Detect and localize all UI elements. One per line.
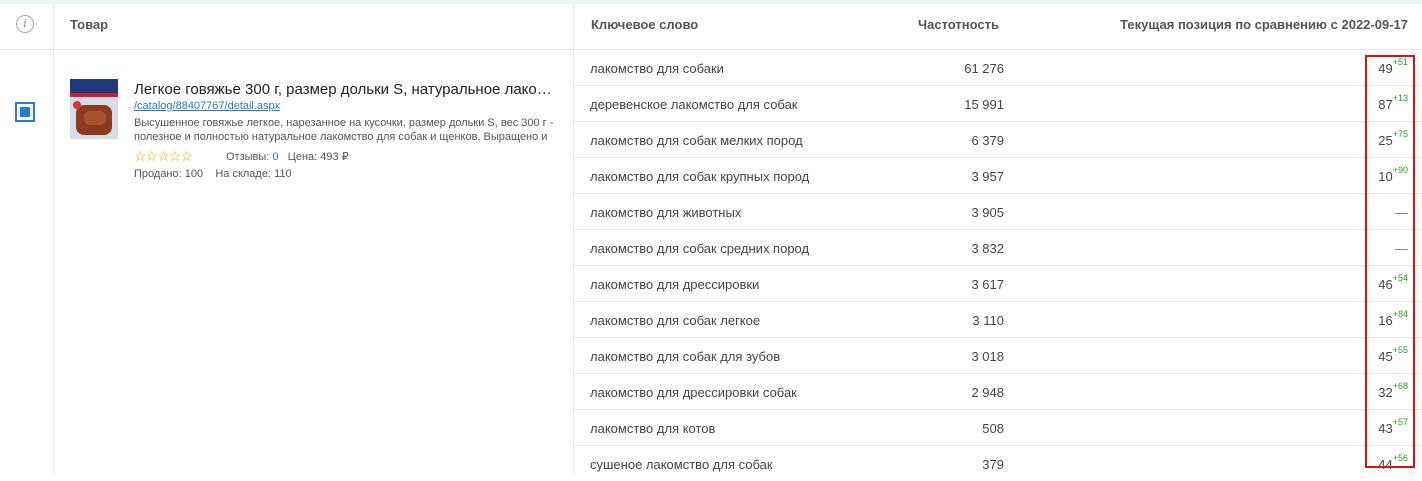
frequency-cell: 2 948 xyxy=(971,385,1004,400)
header-frequency[interactable]: Частотность xyxy=(918,17,999,32)
keyword-cell: лакомство для собак для зубов xyxy=(590,349,781,364)
table-row: деревенское лакомство для собак 15 991 8… xyxy=(574,86,1422,122)
keyword-cell: сушеное лакомство для собак xyxy=(590,457,773,472)
keyword-cell: лакомство для дрессировки собак xyxy=(590,385,797,400)
frequency-cell: 61 276 xyxy=(964,61,1004,76)
table-row: лакомство для дрессировки 3 617 46+54 xyxy=(574,266,1422,302)
table-row: лакомство для котов 508 43+57 xyxy=(574,410,1422,446)
product-meta: Отзывы: 0 Цена: 493 ₽ xyxy=(226,150,349,163)
table-row: сушеное лакомство для собак 379 44+56 xyxy=(574,446,1422,481)
keyword-cell: лакомство для котов xyxy=(590,421,716,436)
keyword-cell: лакомство для дрессировки xyxy=(590,277,760,292)
keyword-cell: лакомство для собак средних пород xyxy=(590,241,810,256)
table-row: лакомство для дрессировки собак 2 948 32… xyxy=(574,374,1422,410)
header-position[interactable]: Текущая позиция по сравнению с 2022-09-1… xyxy=(1120,17,1408,32)
frequency-cell: 3 018 xyxy=(971,349,1004,364)
keyword-cell: лакомство для собак мелких пород xyxy=(590,133,803,148)
frequency-cell: 3 832 xyxy=(971,241,1004,256)
keyword-cell: лакомство для собак легкое xyxy=(590,313,761,328)
frequency-cell: 15 991 xyxy=(964,97,1004,112)
frequency-cell: 379 xyxy=(982,457,1004,472)
table-row: лакомство для собак легкое 3 110 16+84 xyxy=(574,302,1422,338)
table-row: лакомство для собак для зубов 3 018 45+5… xyxy=(574,338,1422,374)
table-row: лакомство для животных 3 905 — xyxy=(574,194,1422,230)
frequency-cell: 3 110 xyxy=(972,313,1004,328)
price-label: Цена: 493 ₽ xyxy=(287,151,349,163)
frequency-cell: 6 379 xyxy=(971,133,1004,148)
top-strip xyxy=(0,0,1422,4)
product-title[interactable]: Легкое говяжье 300 г, размер дольки S, н… xyxy=(134,81,559,98)
table-row: лакомство для собак крупных пород 3 957 … xyxy=(574,158,1422,194)
frequency-cell: 3 617 xyxy=(971,277,1004,292)
reviews-label: Отзывы: xyxy=(226,151,270,163)
stock-label: На складе: 110 xyxy=(215,168,292,180)
frequency-cell: 508 xyxy=(982,421,1004,436)
keyword-cell: деревенское лакомство для собак xyxy=(590,97,798,112)
product-stock: Продано: 100 На складе: 110 xyxy=(134,168,292,180)
highlight-box xyxy=(1365,55,1415,468)
product-checkbox[interactable] xyxy=(15,102,35,122)
keyword-cell: лакомство для собак крупных пород xyxy=(590,169,810,184)
product-image[interactable] xyxy=(70,79,118,139)
frequency-cell: 3 957 xyxy=(971,169,1004,184)
info-icon[interactable]: i xyxy=(16,15,34,33)
header-product[interactable]: Товар xyxy=(70,17,108,32)
product-description: Высушенное говяжье легкое, нарезанное на… xyxy=(134,117,554,143)
sold-label: Продано: 100 xyxy=(134,168,204,180)
header-keyword[interactable]: Ключевое слово xyxy=(591,17,698,32)
reviews-count-link[interactable]: 0 xyxy=(272,151,278,163)
keyword-cell: лакомство для собаки xyxy=(590,61,724,76)
table-row: лакомство для собаки 61 276 49+51 xyxy=(574,50,1422,86)
frequency-cell: 3 905 xyxy=(971,205,1004,220)
table-row: лакомство для собак мелких пород 6 379 2… xyxy=(574,122,1422,158)
keyword-cell: лакомство для животных xyxy=(590,205,742,220)
keyword-table: лакомство для собаки 61 276 49+51 дереве… xyxy=(574,50,1422,481)
table-row: лакомство для собак средних пород 3 832 … xyxy=(574,230,1422,266)
product-link[interactable]: /catalog/88407767/detail.aspx xyxy=(134,100,280,112)
column-divider xyxy=(53,4,54,474)
rating-stars: ☆☆☆☆☆ xyxy=(134,148,193,164)
